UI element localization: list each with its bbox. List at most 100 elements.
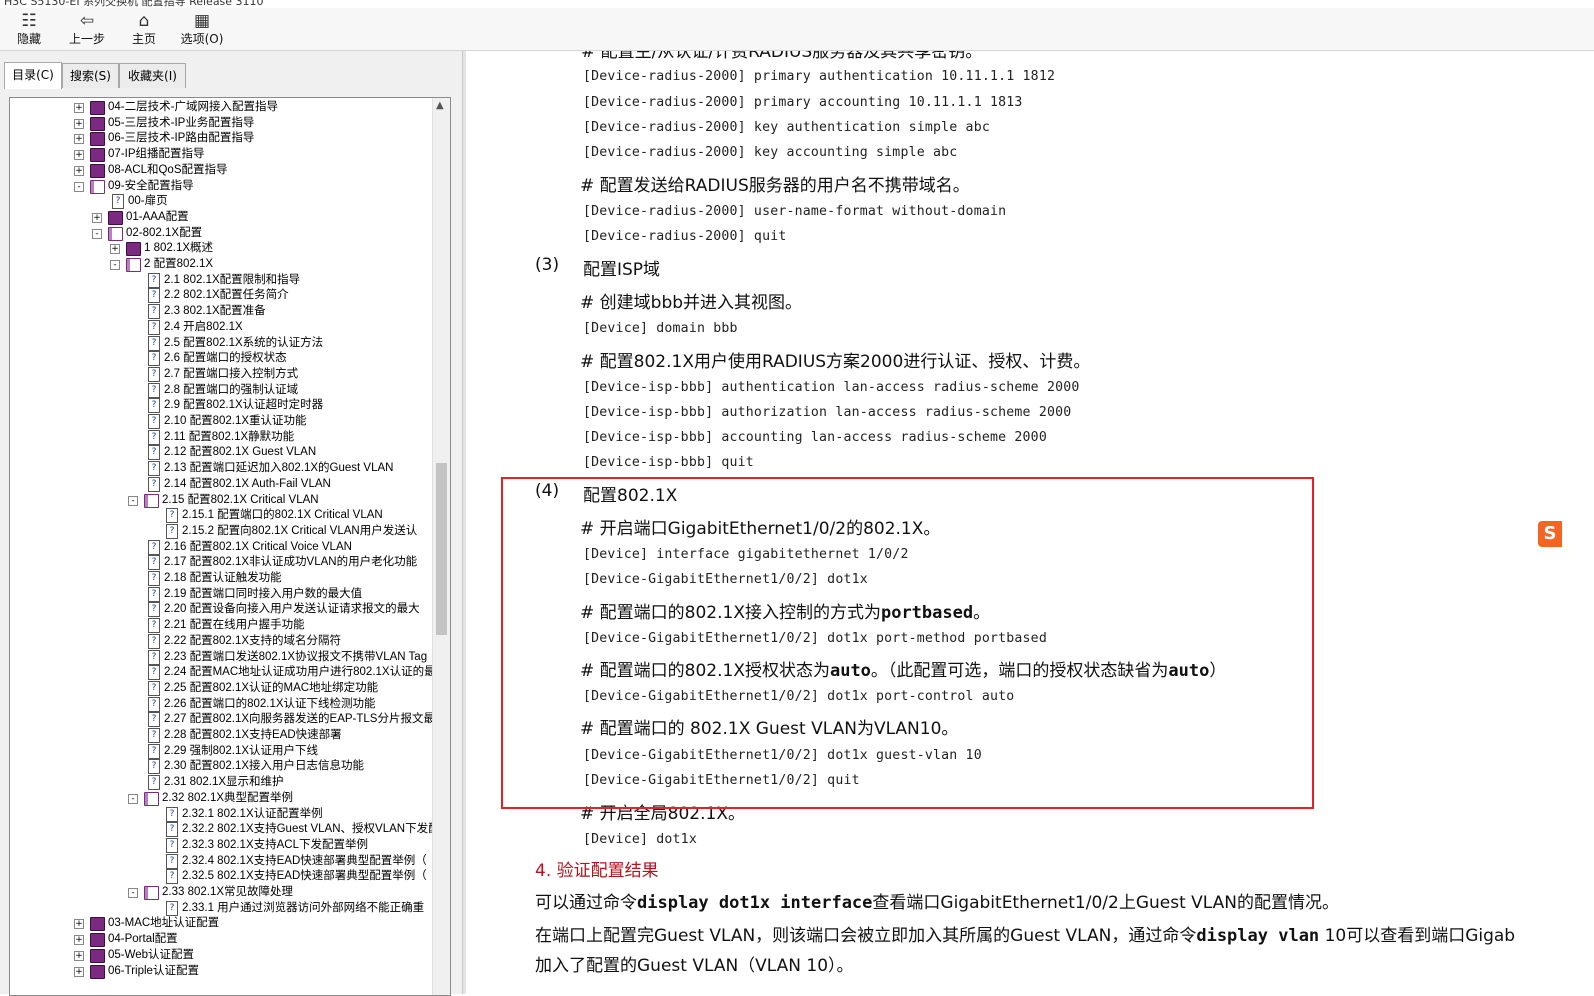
tree-item[interactable]: ? 2.4 开启802.1X — [10, 319, 432, 335]
tree-item[interactable]: ? 2.5 配置802.1X系统的认证方法 — [10, 335, 432, 351]
tree-item-label: 05-三层技术-IP业务配置指导 — [108, 116, 255, 129]
tree-item[interactable]: ? 2.32.3 802.1X支持ACL下发配置举例 — [10, 837, 432, 853]
tree-item[interactable]: ? 2.22 配置802.1X支持的域名分隔符 — [10, 633, 432, 649]
tree-item[interactable]: +05-Web认证配置 — [10, 948, 432, 963]
hide-button[interactable]: ☷ 隐藏 — [12, 10, 46, 48]
tree-item[interactable]: ? 2.2 802.1X配置任务简介 — [10, 288, 432, 304]
tree-item[interactable]: - 2 配置802.1X — [10, 257, 432, 272]
tree-item[interactable]: ? 2.14 配置802.1X Auth-Fail VLAN — [10, 476, 432, 492]
tree-item[interactable]: +04-二层技术-广域网接入配置指导 — [10, 100, 432, 115]
tree-item[interactable]: ? 2.27 配置802.1X向服务器发送的EAP-TLS分片报文最 — [10, 712, 432, 728]
help-page-icon: ? — [112, 194, 124, 210]
tree-item[interactable]: +1 802.1X概述 — [10, 241, 432, 257]
tree-item[interactable]: ? 2.17 配置802.1X非认证成功VLAN的用户老化功能 — [10, 555, 432, 571]
tree-item[interactable]: +03-MAC地址认证配置 — [10, 916, 432, 932]
tree-item[interactable]: +04-Portal配置 — [10, 932, 432, 948]
tree-item[interactable]: ? 2.32.5 802.1X支持EAD快速部署典型配置举例（ — [10, 869, 432, 885]
tree-item[interactable]: ? 2.30 配置802.1X接入用户日志信息功能 — [10, 759, 432, 775]
help-page-icon: ? — [148, 304, 160, 320]
help-page-icon: ? — [148, 696, 160, 712]
tree-item[interactable]: ? 2.20 配置设备向接入用户发送认证请求报文的最大 — [10, 602, 432, 618]
scroll-up-icon[interactable]: ▲ — [436, 100, 444, 111]
tree-item[interactable]: +06-Triple认证配置 — [10, 964, 432, 979]
tree-item[interactable]: ? 2.32.2 802.1X支持Guest VLAN、授权VLAN下发配 — [10, 822, 432, 838]
ime-floating-badge[interactable]: S — [1538, 521, 1562, 547]
tree-item[interactable]: ? 2.31 802.1X显示和维护 — [10, 775, 432, 791]
expand-icon[interactable]: + — [110, 244, 120, 255]
collapse-icon[interactable]: - — [128, 793, 138, 804]
tree-item-label: 2.33 802.1X常见故障处理 — [162, 886, 294, 898]
collapse-icon[interactable]: - — [110, 260, 120, 270]
help-page-icon: ? — [166, 837, 178, 853]
tree-item-label: 2.26 配置端口的802.1X认证下线检测功能 — [164, 697, 376, 710]
tree-item[interactable]: ? 2.10 配置802.1X重认证功能 — [10, 414, 432, 429]
tree-item[interactable]: - 09-安全配置指导 — [10, 179, 432, 194]
tree-item[interactable]: ? 2.19 配置端口同时接入用户数的最大值 — [10, 586, 432, 602]
tree-item[interactable]: +06-三层技术-IP路由配置指导 — [10, 131, 432, 147]
help-page-icon: ? — [148, 775, 160, 791]
tree-item-label: 2.23 配置端口发送802.1X协议报文不携带VLAN Tag — [164, 650, 428, 663]
collapse-icon[interactable]: - — [128, 888, 138, 898]
tree-item[interactable]: +05-三层技术-IP业务配置指导 — [10, 116, 432, 131]
tree-item[interactable]: ? 2.29 强制802.1X认证用户下线 — [10, 743, 432, 759]
tree-item-label: 2.3 802.1X配置准备 — [164, 305, 266, 318]
collapse-icon[interactable]: - — [92, 228, 102, 239]
tab-favorites[interactable]: 收藏夹(I) — [119, 63, 186, 88]
tree-item[interactable]: +01-AAA配置 — [10, 210, 432, 225]
tree-item-label: 2.7 配置端口接入控制方式 — [164, 367, 299, 380]
tree-item[interactable]: - 02-802.1X配置 — [10, 226, 432, 241]
tree-item[interactable]: - 2.15 配置802.1X Critical VLAN — [10, 493, 432, 508]
tree-item[interactable]: - 2.32 802.1X典型配置举例 — [10, 791, 432, 806]
collapse-icon[interactable]: - — [74, 181, 84, 192]
scrollbar-thumb[interactable] — [436, 463, 447, 635]
expand-icon[interactable]: + — [74, 165, 84, 176]
expand-icon[interactable]: + — [92, 212, 102, 223]
tree-item[interactable]: ? 2.7 配置端口接入控制方式 — [10, 366, 432, 382]
options-button[interactable]: ▦ 选项(O) — [178, 10, 226, 48]
tree-item[interactable]: ? 2.15.1 配置端口的802.1X Critical VLAN — [10, 508, 432, 524]
tree-item[interactable]: +07-IP组播配置指导 — [10, 147, 432, 163]
tree-item[interactable]: ? 2.9 配置802.1X认证超时定时器 — [10, 398, 432, 414]
tree-item[interactable]: ? 2.33.1 用户通过浏览器访问外部网络不能正确重 — [10, 900, 432, 916]
tree-item[interactable]: ? 2.1 802.1X配置限制和指导 — [10, 272, 432, 288]
tree-item[interactable]: ? 2.21 配置在线用户握手功能 — [10, 618, 432, 634]
back-button[interactable]: ⇦ 上一步 — [64, 10, 110, 48]
tree-item[interactable]: ? 2.23 配置端口发送802.1X协议报文不携带VLAN Tag — [10, 649, 432, 665]
tree-item[interactable]: ? 2.18 配置认证触发功能 — [10, 571, 432, 586]
tree-item[interactable]: +08-ACL和QoS配置指导 — [10, 163, 432, 178]
home-button[interactable]: ⌂ 主页 — [128, 10, 160, 48]
tree-item-label: 2.5 配置802.1X系统的认证方法 — [164, 336, 324, 349]
expand-icon[interactable]: + — [74, 950, 84, 961]
tree-item-label: 01-AAA配置 — [126, 210, 189, 223]
expand-icon[interactable]: + — [74, 150, 84, 161]
tree-item[interactable]: ? 2.15.2 配置向802.1X Critical VLAN用户发送认 — [10, 523, 432, 539]
expand-icon[interactable]: + — [74, 134, 84, 145]
code-line: [Device-isp-bbb] quit — [583, 455, 754, 470]
expand-icon[interactable]: + — [74, 118, 84, 129]
tree-item[interactable]: ? 2.12 配置802.1X Guest VLAN — [10, 445, 432, 461]
tree-item[interactable]: ? 2.8 配置端口的强制认证域 — [10, 382, 432, 398]
tree-item[interactable]: ? 2.32.1 802.1X认证配置举例 — [10, 806, 432, 822]
book-icon — [90, 132, 105, 147]
tree-item[interactable]: ? 2.24 配置MAC地址认证成功用户进行802.1X认证的最 — [10, 665, 432, 681]
help-page-icon: ? — [148, 461, 160, 477]
tree-item[interactable]: - 2.33 802.1X常见故障处理 — [10, 885, 432, 900]
tree-item[interactable]: ? 2.16 配置802.1X Critical Voice VLAN — [10, 539, 432, 555]
tree-item[interactable]: ? 2.26 配置端口的802.1X认证下线检测功能 — [10, 696, 432, 712]
tab-search[interactable]: 搜索(S) — [62, 63, 119, 88]
tree-item[interactable]: ? 2.6 配置端口的授权状态 — [10, 351, 432, 367]
tree-item[interactable]: ? 2.32.4 802.1X支持EAD快速部署典型配置举例（ — [10, 853, 432, 869]
expand-icon[interactable]: + — [74, 935, 84, 946]
expand-icon[interactable]: + — [74, 919, 84, 930]
tree-item[interactable]: ? 2.11 配置802.1X静默功能 — [10, 429, 432, 445]
tree-scrollbar[interactable]: ▲ — [432, 98, 450, 995]
tree-item[interactable]: ? 2.3 802.1X配置准备 — [10, 304, 432, 320]
tree-item[interactable]: ? 2.13 配置端口延迟加入802.1X的Guest VLAN — [10, 461, 432, 477]
tree-item[interactable]: ? 2.28 配置802.1X支持EAD快速部署 — [10, 728, 432, 743]
tree-item[interactable]: ? 00-扉页 — [10, 194, 432, 210]
expand-icon[interactable]: + — [74, 103, 84, 113]
tree-item[interactable]: ? 2.25 配置802.1X认证的MAC地址绑定功能 — [10, 680, 432, 696]
expand-icon[interactable]: + — [74, 966, 84, 977]
collapse-icon[interactable]: - — [128, 495, 138, 506]
tab-contents[interactable]: 目录(C) — [4, 62, 62, 89]
